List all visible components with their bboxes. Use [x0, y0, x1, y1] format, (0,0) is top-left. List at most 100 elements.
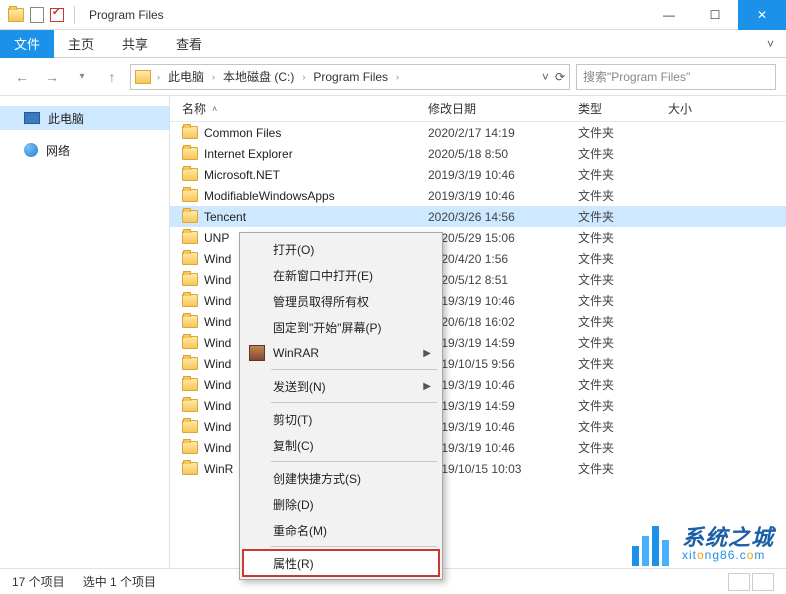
- tab-share[interactable]: 共享: [108, 30, 162, 58]
- menu-item-label: 打开(O): [273, 241, 314, 258]
- menu-item-label: 在新窗口中打开(E): [273, 267, 373, 284]
- chevron-right-icon[interactable]: ›: [212, 72, 215, 82]
- folder-icon: [182, 315, 198, 328]
- menu-item[interactable]: 创建快捷方式(S): [243, 465, 439, 491]
- menu-item-label: 重命名(M): [273, 522, 327, 539]
- up-button[interactable]: ↑: [100, 65, 124, 89]
- chevron-right-icon[interactable]: ›: [157, 72, 160, 82]
- folder-icon: [182, 126, 198, 139]
- file-date: 2019/10/15 10:03: [428, 462, 578, 476]
- file-type: 文件夹: [578, 229, 668, 246]
- status-selected: 选中 1 个项目: [83, 573, 156, 590]
- file-name: ModifiableWindowsApps: [204, 189, 335, 203]
- file-type: 文件夹: [578, 271, 668, 288]
- minimize-button[interactable]: —: [646, 0, 692, 30]
- chevron-right-icon[interactable]: ›: [302, 72, 305, 82]
- menu-separator: [271, 402, 437, 403]
- menu-item[interactable]: 固定到"开始"屏幕(P): [243, 314, 439, 340]
- tab-view[interactable]: 查看: [162, 30, 216, 58]
- sidebar-item-network[interactable]: 网络: [0, 138, 169, 162]
- table-row[interactable]: Tencent2020/3/26 14:56文件夹: [170, 206, 786, 227]
- menu-item[interactable]: 发送到(N) ▶: [243, 373, 439, 399]
- table-row[interactable]: Microsoft.NET2019/3/19 10:46文件夹: [170, 164, 786, 185]
- menu-item[interactable]: 复制(C): [243, 432, 439, 458]
- crumb-folder[interactable]: Program Files: [307, 66, 394, 88]
- winrar-icon: [249, 345, 265, 361]
- column-name[interactable]: 名称 ˄: [182, 100, 428, 117]
- ribbon-expand-icon[interactable]: ˅: [767, 37, 786, 51]
- crumb-drive[interactable]: 本地磁盘 (C:): [217, 66, 300, 88]
- sort-indicator-icon: ˄: [212, 104, 217, 114]
- menu-item[interactable]: 属性(R): [243, 550, 439, 576]
- menu-item[interactable]: 在新窗口中打开(E): [243, 262, 439, 288]
- watermark-logo-icon: [630, 522, 674, 566]
- close-button[interactable]: ✕: [738, 0, 786, 30]
- file-type: 文件夹: [578, 313, 668, 330]
- folder-icon: [182, 462, 198, 475]
- navigation-bar: ← → ▾ ↑ › 此电脑 › 本地磁盘 (C:) › Program File…: [0, 58, 786, 96]
- file-name: Wind: [204, 420, 231, 434]
- folder-icon: [182, 378, 198, 391]
- menu-separator: [271, 546, 437, 547]
- submenu-arrow-icon: ▶: [423, 381, 431, 392]
- file-date: 2019/3/19 14:59: [428, 336, 578, 350]
- tab-home[interactable]: 主页: [54, 30, 108, 58]
- folder-icon: [182, 399, 198, 412]
- refresh-icon[interactable]: ⟳: [555, 70, 565, 84]
- file-name: UNP: [204, 231, 229, 245]
- file-name: Wind: [204, 336, 231, 350]
- search-input[interactable]: 搜索"Program Files": [576, 64, 776, 90]
- menu-item[interactable]: 管理员取得所有权: [243, 288, 439, 314]
- menu-item[interactable]: 剪切(T): [243, 406, 439, 432]
- maximize-button[interactable]: ☐: [692, 0, 738, 30]
- menu-item[interactable]: 重命名(M): [243, 517, 439, 543]
- column-headers: 名称 ˄ 修改日期 类型 大小: [170, 96, 786, 122]
- file-name: Internet Explorer: [204, 147, 293, 161]
- folder-icon: [182, 441, 198, 454]
- file-date: 2020/6/18 16:02: [428, 315, 578, 329]
- folder-icon: [182, 252, 198, 265]
- address-bar[interactable]: › 此电脑 › 本地磁盘 (C:) › Program Files › ˅ ⟳: [130, 64, 570, 90]
- file-name: Tencent: [204, 210, 246, 224]
- file-tab[interactable]: 文件: [0, 30, 54, 58]
- file-date: 2019/3/19 10:46: [428, 294, 578, 308]
- menu-item-label: 复制(C): [273, 437, 314, 454]
- forward-button[interactable]: →: [40, 65, 64, 89]
- column-type[interactable]: 类型: [578, 100, 668, 117]
- navigation-pane: 此电脑 网络: [0, 96, 170, 568]
- chevron-right-icon[interactable]: ›: [396, 72, 399, 82]
- window-title: Program Files: [89, 8, 164, 22]
- qat-check-icon[interactable]: [50, 8, 64, 22]
- table-row[interactable]: Common Files2020/2/17 14:19文件夹: [170, 122, 786, 143]
- qat-doc-icon[interactable]: [30, 7, 44, 23]
- table-row[interactable]: ModifiableWindowsApps2019/3/19 10:46文件夹: [170, 185, 786, 206]
- sidebar-label: 网络: [46, 142, 70, 159]
- network-icon: [24, 143, 38, 157]
- crumb-pc[interactable]: 此电脑: [162, 66, 210, 88]
- menu-item-label: 发送到(N): [273, 378, 326, 395]
- menu-item[interactable]: 打开(O): [243, 236, 439, 262]
- menu-item-label: 删除(D): [273, 496, 314, 513]
- folder-icon: [182, 189, 198, 202]
- file-type: 文件夹: [578, 460, 668, 477]
- file-type: 文件夹: [578, 208, 668, 225]
- table-row[interactable]: Internet Explorer2020/5/18 8:50文件夹: [170, 143, 786, 164]
- folder-icon: [182, 420, 198, 433]
- menu-item[interactable]: 删除(D): [243, 491, 439, 517]
- file-type: 文件夹: [578, 292, 668, 309]
- recent-dropdown[interactable]: ▾: [70, 65, 94, 89]
- watermark: 系统之城 xitong86.com: [630, 522, 774, 566]
- file-date: 2020/4/20 1:56: [428, 252, 578, 266]
- column-date[interactable]: 修改日期: [428, 100, 578, 117]
- file-type: 文件夹: [578, 145, 668, 162]
- file-name: Wind: [204, 315, 231, 329]
- folder-icon: [182, 357, 198, 370]
- view-icons-button[interactable]: [752, 573, 774, 591]
- back-button[interactable]: ←: [10, 65, 34, 89]
- sidebar-item-pc[interactable]: 此电脑: [0, 106, 169, 130]
- address-dropdown-icon[interactable]: ˅: [542, 70, 549, 84]
- column-size[interactable]: 大小: [668, 100, 738, 117]
- divider: [74, 6, 75, 24]
- view-details-button[interactable]: [728, 573, 750, 591]
- menu-item[interactable]: WinRAR▶: [243, 340, 439, 366]
